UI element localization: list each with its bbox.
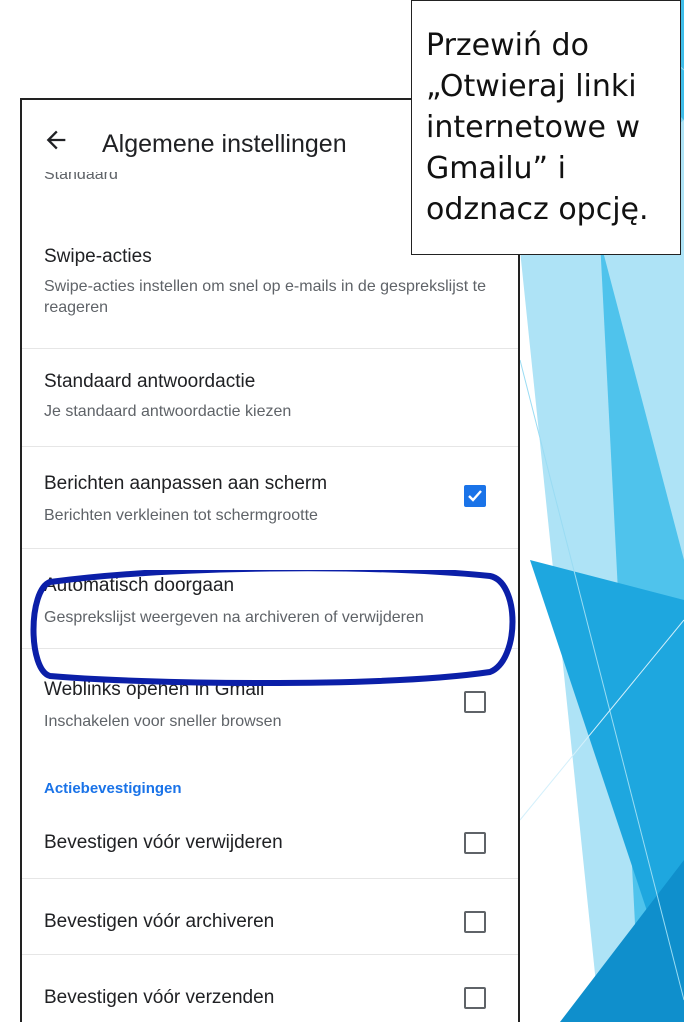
arrow-left-icon[interactable] bbox=[42, 126, 70, 154]
setting-title: Standaard antwoordactie bbox=[44, 371, 256, 392]
setting-title: Berichten aanpassen aan scherm bbox=[44, 473, 328, 494]
instruction-callout: Przewiń do „Otwieraj linki internetowe w… bbox=[411, 0, 681, 255]
setting-title: Bevestigen vóór verwijderen bbox=[44, 832, 283, 853]
setting-subtitle: Je standaard antwoordactie kiezen bbox=[44, 403, 292, 420]
checkbox-unchecked[interactable] bbox=[464, 987, 486, 1009]
setting-confirm-send[interactable]: Bevestigen vóór verzenden bbox=[22, 954, 518, 1022]
setting-subtitle: Inschakelen voor sneller browsen bbox=[44, 713, 282, 730]
setting-title: Bevestigen vóór archiveren bbox=[44, 911, 275, 932]
clipped-subtitle: Standaard bbox=[44, 172, 118, 183]
setting-fit-messages[interactable]: Berichten aanpassen aan scherm Berichten… bbox=[22, 446, 518, 548]
setting-confirm-delete[interactable]: Bevestigen vóór verwijderen bbox=[22, 802, 518, 878]
checkbox-checked[interactable] bbox=[464, 485, 486, 507]
setting-title: Swipe-acties bbox=[44, 246, 152, 267]
setting-default-reply[interactable]: Standaard antwoordactie Je standaard ant… bbox=[22, 348, 518, 446]
checkbox-unchecked[interactable] bbox=[464, 911, 486, 933]
setting-subtitle: Swipe-acties instellen om snel op e-mail… bbox=[44, 278, 486, 316]
highlight-ellipse bbox=[30, 570, 516, 686]
section-header: Actiebevestigingen bbox=[44, 780, 182, 797]
setting-subtitle: Berichten verkleinen tot schermgrootte bbox=[44, 507, 318, 524]
setting-title: Bevestigen vóór verzenden bbox=[44, 987, 275, 1008]
checkbox-unchecked[interactable] bbox=[464, 832, 486, 854]
setting-confirm-archive[interactable]: Bevestigen vóór archiveren bbox=[22, 878, 518, 954]
page-title: Algemene instellingen bbox=[102, 130, 347, 158]
callout-text: Przewiń do „Otwieraj linki internetowe w… bbox=[426, 28, 649, 227]
checkbox-unchecked[interactable] bbox=[464, 691, 486, 713]
check-icon bbox=[468, 490, 482, 502]
